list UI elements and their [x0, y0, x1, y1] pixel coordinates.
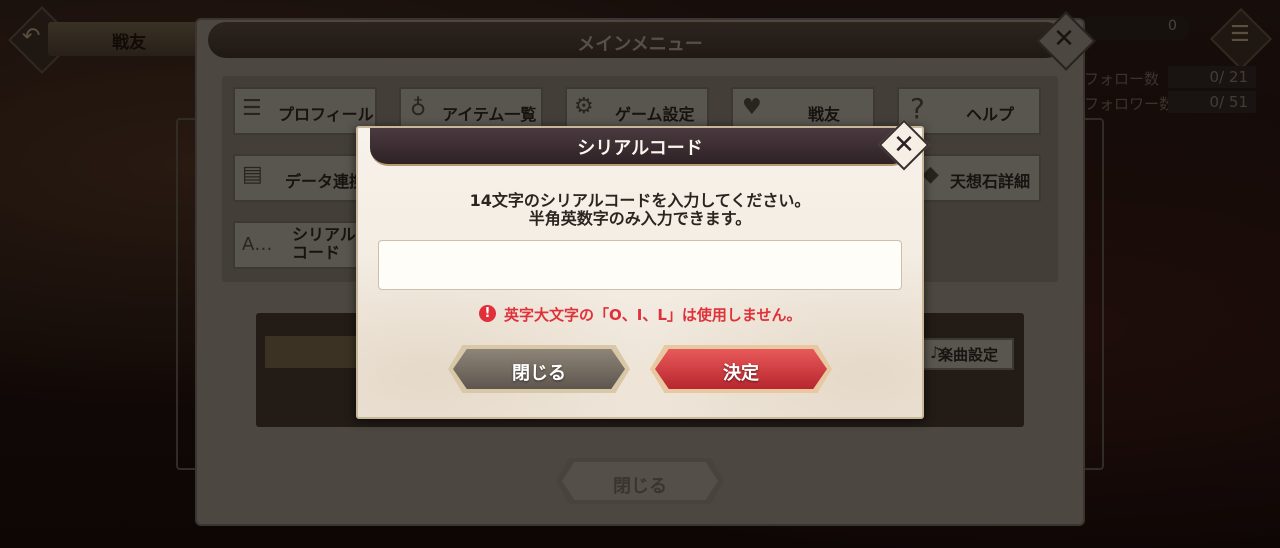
warning-text: 英字大文字の「O、I、L」は使用しません。 [504, 306, 802, 324]
cancel-button-label: 閉じる [512, 363, 566, 384]
warning-icon: ! [479, 305, 496, 322]
serial-code-input[interactable] [378, 240, 902, 290]
confirm-button-label: 決定 [723, 363, 759, 384]
close-icon: ✕ [893, 130, 915, 160]
dialog-title: シリアルコード [577, 138, 703, 159]
instruction-line-2: 半角英数字のみ入力できます。 [528, 209, 752, 228]
